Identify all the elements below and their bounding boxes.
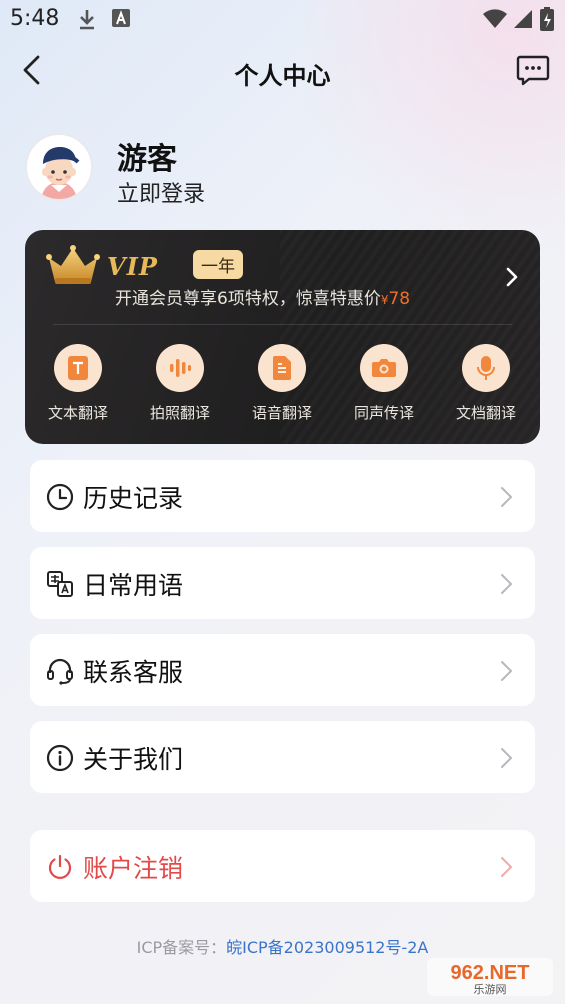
headset-icon	[47, 658, 73, 685]
chevron-right-icon	[501, 748, 512, 768]
wifi-icon	[483, 9, 507, 28]
message-icon[interactable]	[515, 52, 551, 88]
menu-item-customer-service[interactable]: 联系客服	[30, 634, 535, 706]
feature-photo-translate[interactable]: 拍照翻译	[135, 344, 225, 423]
feature-voice-translate[interactable]: 语音翻译	[237, 344, 327, 423]
camera-icon	[372, 359, 396, 377]
clock-icon	[46, 483, 74, 511]
avatar-icon	[27, 135, 91, 199]
info-icon	[46, 744, 74, 772]
price-value: 78	[388, 289, 411, 309]
power-icon	[48, 854, 72, 879]
menu-item-about-us[interactable]: 关于我们	[30, 721, 535, 793]
icp-prefix: ICP备案号：	[136, 938, 227, 957]
menu-item-label: 关于我们	[83, 745, 184, 774]
feature-label: 文档翻译	[455, 404, 516, 422]
crown-icon	[46, 245, 100, 284]
feature-text-translate[interactable]: 文本翻译	[33, 344, 123, 423]
vip-plan-badge: 一年	[193, 250, 243, 279]
microphone-icon	[477, 356, 495, 380]
download-icon	[80, 10, 94, 30]
vip-description-text: 开通会员尊享6项特权，惊喜特惠价	[115, 289, 381, 309]
vip-card[interactable]: VIP 一年 开通会员尊享6项特权，惊喜特惠价¥78 文本翻译 拍照翻译 语音翻…	[25, 230, 540, 444]
menu-item-label: 账户注销	[83, 854, 184, 883]
vip-description: 开通会员尊享6项特权，惊喜特惠价¥78	[115, 284, 410, 309]
feature-label: 拍照翻译	[149, 404, 210, 422]
menu-item-label: 历史记录	[83, 484, 184, 513]
feature-label: 文本翻译	[47, 404, 108, 422]
feature-simultaneous-interpretation[interactable]: 同声传译	[339, 344, 429, 423]
chevron-right-icon	[501, 857, 512, 877]
voice-translate-icon	[273, 356, 291, 380]
phrases-icon	[47, 571, 73, 597]
chevron-right-icon	[501, 661, 512, 681]
avatar[interactable]	[25, 133, 93, 201]
feature-document-translate[interactable]: 文档翻译	[441, 344, 531, 423]
status-bar: 5:48	[0, 0, 565, 38]
svg-text:乐游网: 乐游网	[474, 983, 507, 996]
feature-label: 同声传译	[353, 404, 414, 422]
menu-item-label: 联系客服	[83, 658, 184, 687]
signal-icon	[514, 10, 532, 28]
menu-item-label: 日常用语	[83, 571, 184, 600]
feature-label: 语音翻译	[251, 404, 312, 422]
menu-item-phrases[interactable]: 日常用语	[30, 547, 535, 619]
vip-label: VIP	[107, 252, 158, 281]
login-link[interactable]: 立即登录	[117, 176, 205, 208]
text-translate-icon	[68, 356, 88, 380]
status-time: 5:48	[10, 6, 60, 31]
user-name: 游客	[117, 142, 177, 177]
divider	[53, 324, 512, 325]
menu-item-history[interactable]: 历史记录	[30, 460, 535, 532]
watermark-logo: 962.NET 乐游网	[427, 958, 553, 996]
photo-translate-icon	[170, 359, 191, 377]
svg-text:962.NET: 962.NET	[451, 962, 530, 984]
vip-price: ¥78	[381, 289, 410, 309]
keyboard-a-icon	[112, 9, 130, 27]
chevron-right-icon	[501, 487, 512, 507]
menu-item-account-cancellation[interactable]: 账户注销	[30, 830, 535, 902]
icp-link[interactable]: 皖ICP备2023009512号-2A	[226, 938, 428, 957]
battery-charging-icon	[540, 7, 554, 31]
chevron-right-icon[interactable]	[504, 266, 520, 288]
page-title: 个人中心	[234, 62, 331, 90]
chevron-right-icon	[501, 574, 512, 594]
